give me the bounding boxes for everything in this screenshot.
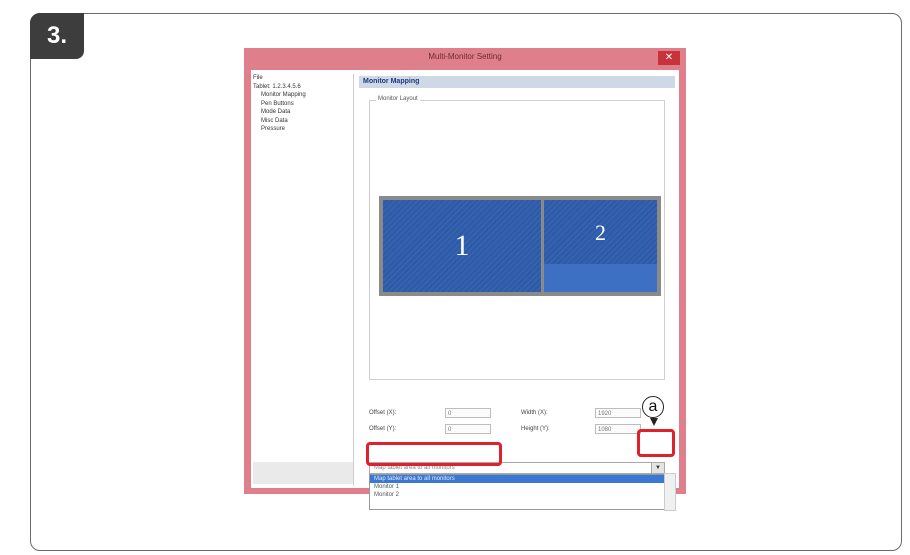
offset-x-input[interactable]: 0 [445, 408, 491, 418]
highlight-selected-option [366, 442, 502, 466]
tree-item-tablet[interactable]: Tablet: 1.2.3.4.5.6 [253, 83, 353, 92]
width-input[interactable]: 1920 [595, 408, 641, 418]
highlight-dropdown-arrow [637, 429, 675, 457]
tree-item-mode-data[interactable]: Mode Data [253, 108, 353, 117]
tree-item-file[interactable]: File [253, 74, 353, 83]
tree-item-misc-data[interactable]: Misc Data [253, 117, 353, 126]
monitor-2[interactable]: 2 [544, 200, 657, 292]
tree-footer [253, 462, 353, 484]
offset-y-input[interactable]: 0 [445, 424, 491, 434]
monitor-1-label: 1 [454, 229, 470, 262]
callout-arrow-icon [650, 418, 658, 426]
monitor-2-mapped-area [544, 264, 657, 292]
width-label: Width (X): [521, 410, 548, 416]
dropdown-option-all-monitors[interactable]: Map tablet area to all monitors [370, 475, 664, 483]
title-bar: Multi-Monitor Setting ✕ [244, 48, 686, 70]
dropdown-arrow-button[interactable]: ▼ [651, 463, 664, 473]
callout-a: a [642, 396, 664, 418]
dropdown-option-monitor-2[interactable]: Monitor 2 [370, 491, 664, 499]
monitor-2-label: 2 [595, 220, 606, 245]
settings-window: Multi-Monitor Setting ✕ File Tablet: 1.2… [244, 48, 686, 511]
panel-title: Monitor Mapping [359, 76, 675, 88]
tree-item-pen-buttons[interactable]: Pen Buttons [253, 100, 353, 109]
offset-x-label: Offset (X): [369, 410, 397, 416]
group-label: Monitor Layout [376, 96, 420, 102]
close-button[interactable]: ✕ [658, 51, 680, 65]
dropdown-option-monitor-1[interactable]: Monitor 1 [370, 483, 664, 491]
monitor-layout: 1 2 [379, 196, 661, 296]
settings-tree: File Tablet: 1.2.3.4.5.6 Monitor Mapping… [253, 74, 354, 486]
step-badge: 3. [30, 13, 84, 59]
height-label: Height (Y): [521, 426, 550, 432]
dropdown-scrollbar[interactable] [664, 473, 676, 511]
tree-item-pressure[interactable]: Pressure [253, 125, 353, 134]
offset-y-label: Offset (Y): [369, 426, 397, 432]
window-title: Multi-Monitor Setting [428, 52, 502, 61]
mapping-mode-dropdown: Map tablet area to all monitors Monitor … [369, 473, 676, 511]
tree-item-monitor-mapping[interactable]: Monitor Mapping [253, 91, 353, 100]
height-input[interactable]: 1080 [595, 424, 641, 434]
window-client: File Tablet: 1.2.3.4.5.6 Monitor Mapping… [251, 70, 679, 511]
monitor-1[interactable]: 1 [383, 200, 541, 292]
